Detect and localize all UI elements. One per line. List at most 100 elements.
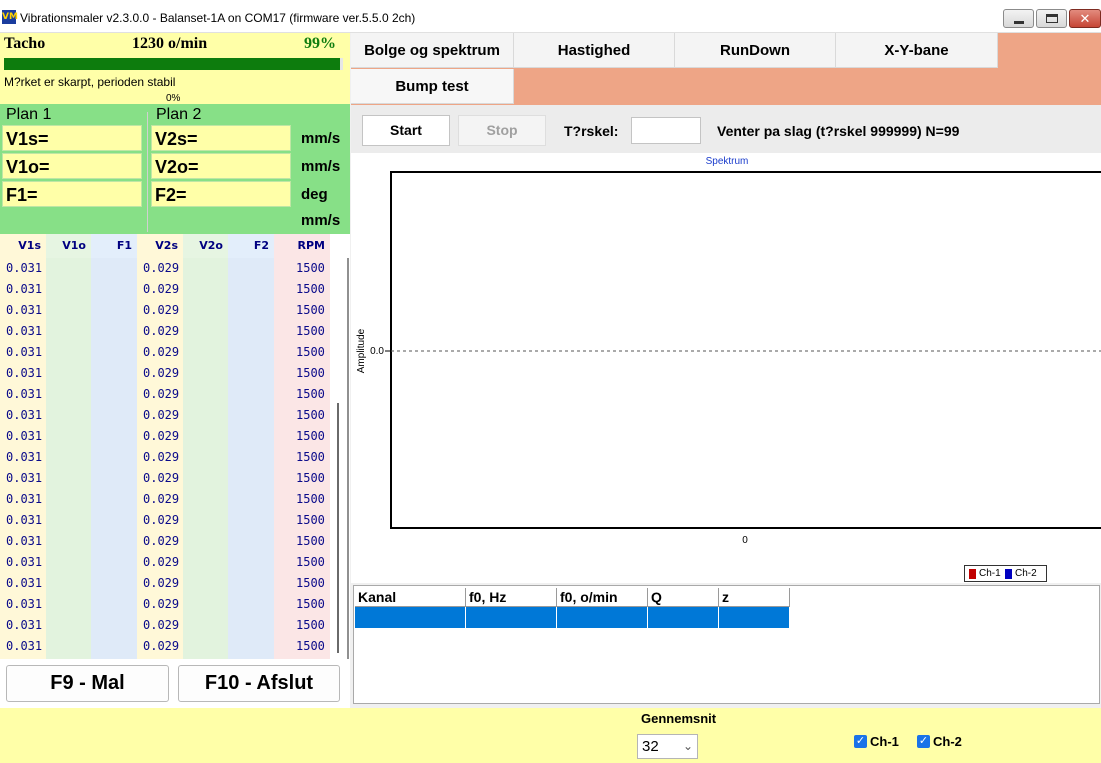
measurement-table-header: V1s V1o F1 V2s V2o F2 RPM [0, 234, 350, 258]
results-grid[interactable]: Kanal f0, Hz f0, o/min Q z [353, 585, 1100, 704]
unit-label: mm/s [301, 212, 341, 229]
plot-frame [390, 171, 1101, 529]
table-row[interactable]: 0.031 0.029 1500 [0, 258, 335, 279]
table-row[interactable]: 0.031 0.029 1500 [0, 636, 335, 657]
table-cell: 0.029 [143, 324, 180, 338]
tab-strip: Bolge og spektrum Hastighed RunDown X-Y-… [351, 33, 1101, 105]
table-cell: 1500 [296, 282, 325, 296]
table-row[interactable]: 0.031 0.029 1500 [0, 342, 335, 363]
plan2-v2o-field: V2o= [151, 153, 291, 179]
table-cell: 0.029 [143, 345, 180, 359]
grid-selected-cell[interactable] [355, 607, 466, 628]
table-cell: 1500 [296, 513, 325, 527]
table-row[interactable]: 0.031 0.029 1500 [0, 447, 335, 468]
grid-header-z[interactable]: z [719, 588, 790, 607]
table-row[interactable]: 0.031 0.029 1500 [0, 300, 335, 321]
table-cell: 1500 [296, 597, 325, 611]
tab-xy-orbit[interactable]: X-Y-bane [836, 33, 998, 68]
table-cell: 1500 [296, 450, 325, 464]
unit-label: deg [301, 186, 328, 203]
column-header-f1[interactable]: F1 [91, 234, 137, 258]
chart-legend: Ch-1 Ch-2 [964, 565, 1047, 582]
minimize-button[interactable] [1003, 9, 1034, 28]
table-row[interactable]: 0.031 0.029 1500 [0, 426, 335, 447]
unit-label: mm/s [301, 158, 341, 175]
threshold-input[interactable] [631, 117, 701, 144]
table-row[interactable]: 0.031 0.029 1500 [0, 321, 335, 342]
table-cell: 0.029 [143, 471, 180, 485]
column-header-f2[interactable]: F2 [228, 234, 274, 258]
table-row[interactable]: 0.031 0.029 1500 [0, 384, 335, 405]
y-axis-label: Amplitude [356, 328, 367, 373]
table-row[interactable]: 0.031 0.029 1500 [0, 468, 335, 489]
table-cell: 1500 [296, 618, 325, 632]
tab-rundown[interactable]: RunDown [675, 33, 836, 68]
grid-selected-cell[interactable] [648, 607, 719, 628]
table-scrollbar[interactable] [337, 403, 339, 653]
table-cell: 0.029 [143, 492, 180, 506]
table-row[interactable]: 0.031 0.029 1500 [0, 573, 335, 594]
table-row[interactable]: 0.031 0.029 1500 [0, 489, 335, 510]
table-cell: 0.031 [6, 555, 43, 569]
tacho-status-message: M?rket er skarpt, perioden stabil [4, 75, 176, 89]
table-row[interactable]: 0.031 0.029 1500 [0, 405, 335, 426]
table-cell: 1500 [296, 576, 325, 590]
average-label: Gennemsnit [641, 711, 717, 726]
table-row[interactable]: 0.031 0.029 1500 [0, 363, 335, 384]
table-cell: 0.029 [143, 261, 180, 275]
table-cell: 0.031 [6, 408, 43, 422]
measurement-table[interactable]: 0.031 0.029 1500 0.031 0.029 1500 0.031 0.029 15… [0, 258, 350, 659]
table-cell: 0.031 [6, 471, 43, 485]
grid-selected-cell[interactable] [466, 607, 557, 628]
f10-exit-button[interactable]: F10 - Afslut [178, 665, 340, 702]
close-button[interactable]: ✕ [1069, 9, 1101, 28]
grid-header-f0-rpm[interactable]: f0, o/min [557, 588, 648, 607]
table-row[interactable]: 0.031 0.029 1500 [0, 510, 335, 531]
column-header-v1o[interactable]: V1o [46, 234, 91, 258]
bottom-bar: Gennemsnit 32 ⌄ ✓ Ch-1 ✓ Ch-2 [0, 708, 1101, 763]
checkbox-checked-icon: ✓ [854, 735, 867, 748]
table-cell: 0.031 [6, 303, 43, 317]
table-cell: 0.029 [143, 429, 180, 443]
tacho-progress-fill [4, 58, 340, 70]
start-button[interactable]: Start [362, 115, 450, 146]
column-header-v1s[interactable]: V1s [0, 234, 46, 258]
table-row[interactable]: 0.031 0.029 1500 [0, 531, 335, 552]
x-tick-label: 0 [742, 535, 748, 546]
legend-label-ch1: Ch-1 [979, 568, 1001, 579]
tab-bump-test[interactable]: Bump test [351, 69, 514, 104]
grid-header-channel[interactable]: Kanal [355, 588, 466, 607]
f9-measure-button[interactable]: F9 - Mal [6, 665, 169, 702]
table-cell: 1500 [296, 534, 325, 548]
plan-separator [147, 112, 148, 232]
table-row[interactable]: 0.031 0.029 1500 [0, 594, 335, 615]
average-select[interactable]: 32 ⌄ [637, 734, 698, 759]
maximize-button[interactable] [1036, 9, 1067, 28]
grid-selected-cell[interactable] [719, 607, 790, 628]
column-header-v2o[interactable]: V2o [183, 234, 228, 258]
table-cell: 1500 [296, 408, 325, 422]
table-cell: 0.029 [143, 534, 180, 548]
table-row[interactable]: 0.031 0.029 1500 [0, 279, 335, 300]
unit-label: mm/s [301, 130, 341, 147]
tacho-panel: Tacho 1230 o/min 99% M?rket er skarpt, p… [0, 33, 350, 104]
grid-header-q[interactable]: Q [648, 588, 719, 607]
grid-header-f0-hz[interactable]: f0, Hz [466, 588, 557, 607]
table-cell: 0.029 [143, 576, 180, 590]
table-cell: 0.031 [6, 282, 43, 296]
column-header-v2s[interactable]: V2s [137, 234, 183, 258]
table-cell: 0.029 [143, 513, 180, 527]
spectrum-chart: Spektrum 0.0 0 Amplitude [356, 156, 1101, 546]
table-cell: 0.031 [6, 345, 43, 359]
table-cell: 0.029 [143, 555, 180, 569]
tab-velocity[interactable]: Hastighed [514, 33, 675, 68]
tab-wave-spectrum[interactable]: Bolge og spektrum [351, 33, 514, 68]
column-header-rpm[interactable]: RPM [274, 234, 330, 258]
table-cell: 0.031 [6, 534, 43, 548]
table-row[interactable]: 0.031 0.029 1500 [0, 552, 335, 573]
grid-selected-cell[interactable] [557, 607, 648, 628]
table-cell: 0.031 [6, 450, 43, 464]
table-row[interactable]: 0.031 0.029 1500 [0, 615, 335, 636]
stop-button[interactable]: Stop [458, 115, 546, 146]
table-cell: 0.029 [143, 303, 180, 317]
